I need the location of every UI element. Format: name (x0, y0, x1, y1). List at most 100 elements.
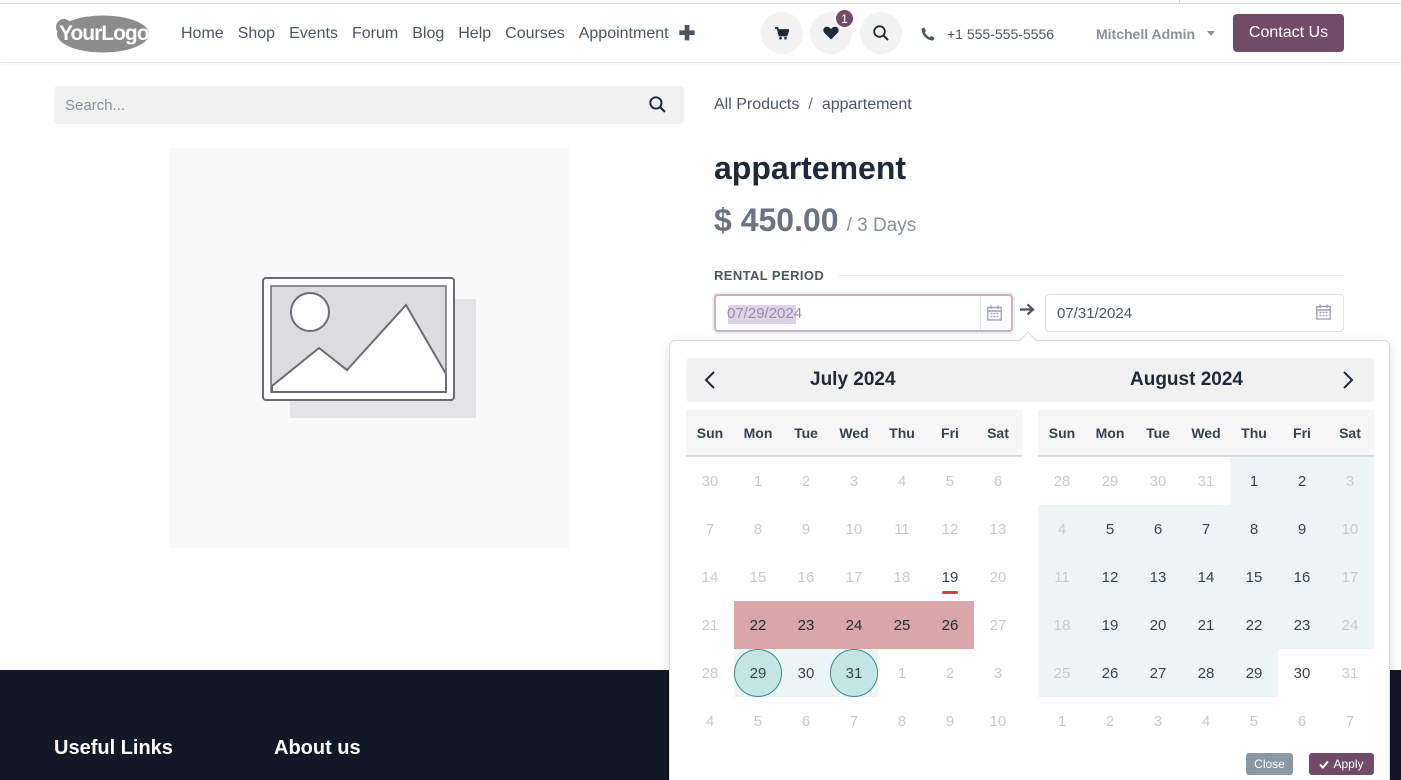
calendar-day[interactable]: 24 (1326, 601, 1374, 649)
calendar-day[interactable]: 4 (1038, 505, 1086, 553)
calendar-day[interactable]: 3 (974, 649, 1022, 697)
nav-home[interactable]: Home (181, 25, 224, 43)
nav-add-icon[interactable]: ✚ (679, 21, 696, 46)
calendar-day[interactable]: 30 (1134, 457, 1182, 505)
calendar-day[interactable]: 2 (1278, 457, 1326, 505)
calendar-day[interactable]: 20 (1134, 601, 1182, 649)
calendar-day[interactable]: 6 (974, 457, 1022, 505)
calendar-day[interactable]: 7 (830, 697, 878, 745)
calendar-day[interactable]: 22 (1230, 601, 1278, 649)
cart-button[interactable] (761, 12, 803, 54)
calendar-day[interactable]: 9 (782, 505, 830, 553)
calendar-day[interactable]: 27 (974, 601, 1022, 649)
calendar-day[interactable]: 25 (1038, 649, 1086, 697)
nav-forum[interactable]: Forum (352, 25, 398, 43)
calendar-day[interactable]: 17 (830, 553, 878, 601)
calendar-day-today[interactable]: 19 (926, 553, 974, 601)
calendar-day[interactable]: 6 (782, 697, 830, 745)
calendar-day[interactable]: 4 (878, 457, 926, 505)
calendar-day[interactable]: 29 (1230, 649, 1278, 697)
calendar-day[interactable]: 7 (686, 505, 734, 553)
calendar-day[interactable]: 31 (1182, 457, 1230, 505)
user-menu[interactable]: Mitchell Admin (1096, 4, 1216, 63)
calendar-day[interactable]: 30 (1278, 649, 1326, 697)
calendar-day[interactable]: 18 (878, 553, 926, 601)
calendar-day[interactable]: 10 (974, 697, 1022, 745)
calendar-day[interactable]: 7 (1182, 505, 1230, 553)
calendar-day[interactable]: 29 (1086, 457, 1134, 505)
search-toggle-button[interactable] (860, 12, 902, 54)
calendar-day[interactable]: 10 (1326, 505, 1374, 553)
calendar-day[interactable]: 11 (878, 505, 926, 553)
calendar-day[interactable]: 28 (1182, 649, 1230, 697)
calendar-day[interactable]: 24 (830, 601, 878, 649)
calendar-icon[interactable] (987, 305, 1002, 321)
calendar-day[interactable]: 18 (1038, 601, 1086, 649)
calendar-day-selected[interactable]: 29 (734, 649, 782, 697)
calendar-day[interactable]: 28 (686, 649, 734, 697)
calendar-day[interactable]: 1 (1230, 457, 1278, 505)
calendar-day[interactable]: 8 (878, 697, 926, 745)
calendar-day[interactable]: 6 (1134, 505, 1182, 553)
calendar-icon[interactable] (1316, 304, 1331, 320)
calendar-day[interactable]: 14 (1182, 553, 1230, 601)
calendar-day[interactable]: 12 (1086, 553, 1134, 601)
calendar-day[interactable]: 9 (1278, 505, 1326, 553)
calendar-day[interactable]: 16 (782, 553, 830, 601)
calendar-day[interactable]: 13 (974, 505, 1022, 553)
calendar-day[interactable]: 14 (686, 553, 734, 601)
calendar-day[interactable]: 2 (926, 649, 974, 697)
calendar-day[interactable]: 1 (734, 457, 782, 505)
calendar-day[interactable]: 17 (1326, 553, 1374, 601)
search-input[interactable] (54, 86, 634, 124)
calendar-day[interactable]: 5 (1230, 697, 1278, 745)
contact-us-button[interactable]: Contact Us (1233, 14, 1344, 52)
picker-apply-button[interactable]: Apply (1309, 753, 1374, 775)
nav-shop[interactable]: Shop (238, 25, 275, 43)
calendar-day[interactable]: 10 (830, 505, 878, 553)
chevron-right-icon[interactable] (1342, 370, 1354, 390)
calendar-day[interactable]: 21 (1182, 601, 1230, 649)
calendar-day[interactable]: 23 (782, 601, 830, 649)
calendar-day[interactable]: 5 (926, 457, 974, 505)
calendar-day-selected[interactable]: 31 (830, 649, 878, 697)
calendar-day[interactable]: 20 (974, 553, 1022, 601)
calendar-day[interactable]: 16 (1278, 553, 1326, 601)
wishlist-button[interactable]: 1 (810, 8, 855, 54)
calendar-day[interactable]: 5 (1086, 505, 1134, 553)
calendar-day[interactable]: 9 (926, 697, 974, 745)
calendar-day[interactable]: 3 (1134, 697, 1182, 745)
logo-image[interactable]: YourLogo (54, 14, 149, 53)
end-date-input[interactable] (1046, 295, 1306, 331)
calendar-day[interactable]: 12 (926, 505, 974, 553)
calendar-day[interactable]: 4 (1182, 697, 1230, 745)
calendar-day[interactable]: 3 (830, 457, 878, 505)
rental-start-field[interactable] (714, 294, 1013, 332)
calendar-day[interactable]: 8 (1230, 505, 1278, 553)
calendar-day[interactable]: 31 (1326, 649, 1374, 697)
calendar-day[interactable]: 6 (1278, 697, 1326, 745)
calendar-day[interactable]: 2 (1086, 697, 1134, 745)
calendar-day[interactable]: 22 (734, 601, 782, 649)
calendar-day[interactable]: 27 (1134, 649, 1182, 697)
calendar-day[interactable]: 30 (686, 457, 734, 505)
nav-blog[interactable]: Blog (412, 25, 444, 43)
calendar-day[interactable]: 21 (686, 601, 734, 649)
start-date-input[interactable] (716, 296, 981, 330)
calendar-day[interactable]: 30 (782, 649, 830, 697)
calendar-day[interactable]: 2 (782, 457, 830, 505)
calendar-day[interactable]: 28 (1038, 457, 1086, 505)
nav-courses[interactable]: Courses (505, 25, 565, 43)
calendar-day[interactable]: 15 (1230, 553, 1278, 601)
calendar-day[interactable]: 13 (1134, 553, 1182, 601)
nav-help[interactable]: Help (458, 25, 491, 43)
calendar-day[interactable]: 11 (1038, 553, 1086, 601)
calendar-day[interactable]: 7 (1326, 697, 1374, 745)
calendar-day[interactable]: 25 (878, 601, 926, 649)
calendar-day[interactable]: 26 (1086, 649, 1134, 697)
search-submit-icon[interactable] (649, 96, 666, 113)
calendar-day[interactable]: 23 (1278, 601, 1326, 649)
nav-appointment[interactable]: Appointment (579, 25, 669, 43)
calendar-day[interactable]: 4 (686, 697, 734, 745)
calendar-day[interactable]: 26 (926, 601, 974, 649)
